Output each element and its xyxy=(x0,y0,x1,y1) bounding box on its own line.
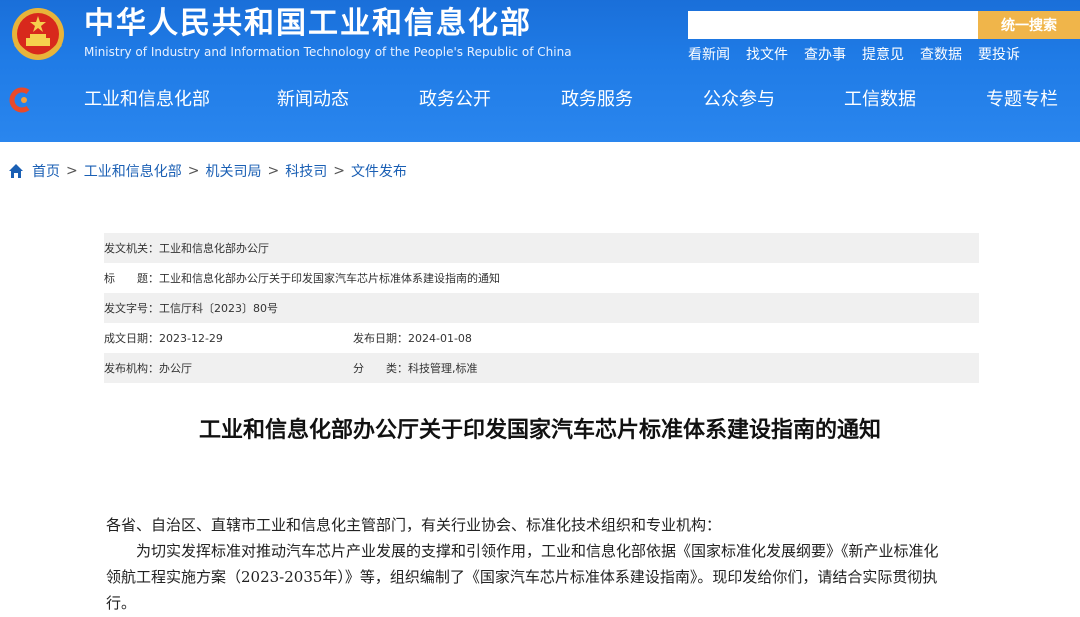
doc-no-value: 工信厅科〔2023〕80号 xyxy=(159,302,278,315)
breadcrumb-separator: > xyxy=(267,163,280,179)
search-input[interactable] xyxy=(688,11,978,39)
issuer-value: 工业和信息化部办公厅 xyxy=(159,242,269,255)
site-subtitle: Ministry of Industry and Information Tec… xyxy=(84,45,572,59)
national-emblem-icon xyxy=(12,8,64,60)
document-meta-table: 发文机关： 工业和信息化部办公厅 标 题： 工业和信息化部办公厅关于印发国家汽车… xyxy=(104,233,979,383)
breadcrumb-separator: > xyxy=(187,163,200,179)
home-icon[interactable] xyxy=(8,163,24,179)
meta-row-issuer: 发文机关： 工业和信息化部办公厅 xyxy=(104,233,979,263)
nav-item-gov-affairs[interactable]: 政务公开 xyxy=(419,82,491,118)
subject-value: 工业和信息化部办公厅关于印发国家汽车芯片标准体系建设指南的通知 xyxy=(159,272,500,285)
created-date-value: 2023-12-29 xyxy=(159,331,223,345)
category-value: 科技管理,标准 xyxy=(408,362,478,375)
published-date-label: 发布日期： xyxy=(353,332,408,345)
quick-link-data[interactable]: 查数据 xyxy=(920,46,962,64)
created-date-label: 成文日期： xyxy=(104,332,159,345)
breadcrumb-home[interactable]: 首页 xyxy=(32,161,60,181)
nav-item-news[interactable]: 新闻动态 xyxy=(277,82,349,118)
body-line: 为切实发挥标准对推动汽车芯片产业发展的支撑和引领作用，工业和信息化部依据《国家标… xyxy=(106,542,939,560)
body-line: 行。 xyxy=(106,594,137,612)
org-value: 办公厅 xyxy=(159,362,192,375)
quick-link-files[interactable]: 找文件 xyxy=(746,46,788,64)
doc-no-label: 发文字号： xyxy=(104,302,159,315)
body-line: 领航工程实施方案（2023-2035年）》等，组织编制了《国家汽车芯片标准体系建… xyxy=(106,568,938,586)
quick-links: 看新闻 找文件 查办事 提意见 查数据 要投诉 xyxy=(688,46,1020,64)
site-header: 中华人民共和国工业和信息化部 Ministry of Industry and … xyxy=(0,0,1080,142)
breadcrumb-separator: > xyxy=(333,163,345,179)
quick-link-complaint[interactable]: 要投诉 xyxy=(978,46,1020,64)
meta-row-doc-no: 发文字号： 工信厅科〔2023〕80号 xyxy=(104,293,979,323)
article-title: 工业和信息化部办公厅关于印发国家汽车芯片标准体系建设指南的通知 xyxy=(198,418,881,443)
breadcrumb-documents[interactable]: 文件发布 xyxy=(351,161,407,181)
breadcrumb-separator: > xyxy=(66,163,78,179)
published-date-value: 2024-01-08 xyxy=(408,331,472,345)
main-nav: 工业和信息化部 新闻动态 政务公开 政务服务 公众参与 工信数据 专题专栏 xyxy=(0,82,1080,118)
quick-link-feedback[interactable]: 提意见 xyxy=(862,46,904,64)
category-label: 分 类： xyxy=(353,362,408,375)
quick-link-services[interactable]: 查办事 xyxy=(804,46,846,64)
nav-item-participation[interactable]: 公众参与 xyxy=(703,82,775,118)
nav-item-topics[interactable]: 专题专栏 xyxy=(986,82,1058,118)
search-button[interactable]: 统一搜索 xyxy=(978,11,1080,39)
meta-row-subject: 标 题： 工业和信息化部办公厅关于印发国家汽车芯片标准体系建设指南的通知 xyxy=(104,263,979,293)
org-label: 发布机构： xyxy=(104,362,159,375)
breadcrumb-miit[interactable]: 工业和信息化部 xyxy=(84,161,182,181)
subject-label: 标 题： xyxy=(104,272,159,285)
nav-item-gov-services[interactable]: 政务服务 xyxy=(561,82,633,118)
nav-item-data[interactable]: 工信数据 xyxy=(844,82,916,118)
site-title[interactable]: 中华人民共和国工业和信息化部 xyxy=(84,4,532,44)
breadcrumb-departments[interactable]: 机关司局 xyxy=(205,161,261,181)
meta-row-dates: 成文日期： 2023-12-29 发布日期： 2024-01-08 xyxy=(104,323,979,353)
quick-link-news[interactable]: 看新闻 xyxy=(688,46,730,64)
issuer-label: 发文机关： xyxy=(104,242,159,255)
article-salutation: 各省、自治区、直辖市工业和信息化主管部门，有关行业协会、标准化技术组织和专业机构… xyxy=(106,516,722,534)
article-body: 为切实发挥标准对推动汽车芯片产业发展的支撑和引领作用，工业和信息化部依据《国家标… xyxy=(106,538,986,616)
nav-item-miit[interactable]: 工业和信息化部 xyxy=(84,82,210,118)
breadcrumb: 首页 > 工业和信息化部 > 机关司局 > 科技司 > 文件发布 xyxy=(8,160,407,182)
breadcrumb-tech-dept[interactable]: 科技司 xyxy=(285,161,327,181)
meta-row-org: 发布机构： 办公厅 分 类： 科技管理,标准 xyxy=(104,353,979,383)
